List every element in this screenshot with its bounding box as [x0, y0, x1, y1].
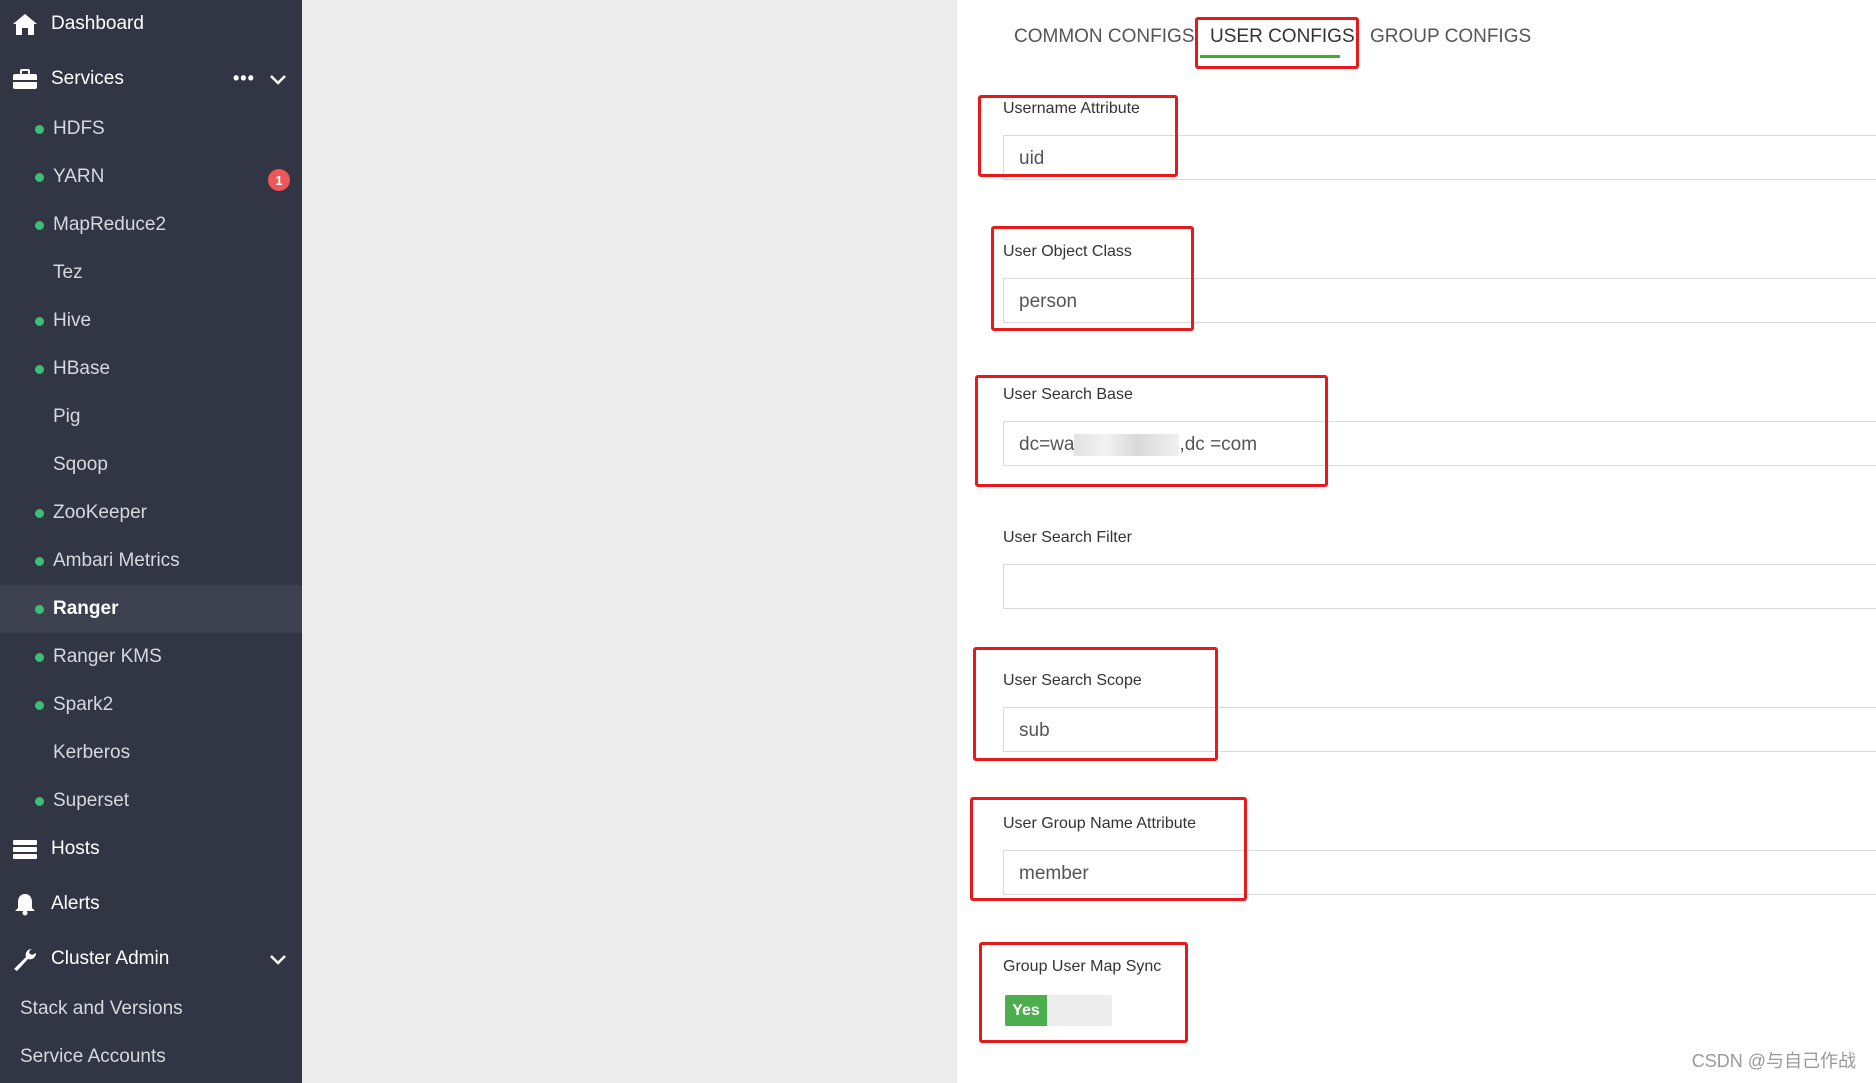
content-gap [302, 0, 957, 1083]
sidebar-item-cluster-admin[interactable]: Cluster Admin [0, 935, 302, 983]
sidebar-item-spark2[interactable]: Spark2 [0, 681, 302, 729]
user-search-filter-label: User Search Filter [1003, 529, 1132, 546]
chevron-down-icon[interactable] [268, 69, 288, 89]
sidebar-item-label: Cluster Admin [51, 948, 170, 969]
sidebar-item-ambari-metrics[interactable]: Ambari Metrics [0, 537, 302, 585]
status-dot [35, 173, 44, 182]
highlight-box [979, 942, 1188, 1043]
highlight-box [1195, 17, 1359, 69]
sidebar-item-dashboard[interactable]: Dashboard [0, 0, 302, 48]
status-dot [35, 125, 44, 134]
status-dot [35, 797, 44, 806]
briefcase-icon [13, 69, 37, 89]
sidebar-item-sqoop[interactable]: Sqoop [0, 441, 302, 489]
sidebar-item-label: Ranger KMS [53, 646, 162, 667]
sidebar-item-zookeeper[interactable]: ZooKeeper [0, 489, 302, 537]
status-dot [35, 317, 44, 326]
status-dot [35, 557, 44, 566]
sidebar-item-label: Tez [53, 262, 83, 283]
sidebar-item-label: HBase [53, 358, 111, 379]
status-dot [35, 509, 44, 518]
sidebar-item-hive[interactable]: Hive [0, 297, 302, 345]
more-icon[interactable]: ••• [233, 68, 255, 89]
status-dot [35, 365, 44, 374]
status-dot [35, 605, 44, 614]
sidebar-item-label: Hosts [51, 838, 100, 859]
sidebar-item-superset[interactable]: Superset [0, 777, 302, 825]
tab-group-configs[interactable]: GROUP CONFIGS [1370, 26, 1531, 48]
status-dot [35, 221, 44, 230]
sidebar-item-yarn[interactable]: YARN [0, 153, 302, 201]
highlight-box [978, 95, 1178, 177]
sidebar-item-kerberos[interactable]: Kerberos [0, 729, 302, 777]
sidebar-item-stack-and-versions[interactable]: Stack and Versions [20, 998, 183, 1020]
highlight-box [991, 226, 1194, 331]
sidebar-item-label: Dashboard [51, 13, 144, 34]
sidebar-item-hdfs[interactable]: HDFS [0, 105, 302, 153]
sidebar-item-label: Ambari Metrics [53, 550, 180, 571]
server-icon [13, 840, 37, 859]
sidebar-item-services[interactable]: Services ••• [0, 55, 302, 103]
user-search-filter-input[interactable] [1003, 564, 1876, 609]
sidebar-item-alerts[interactable]: Alerts [0, 880, 302, 928]
sidebar-item-label: Alerts [51, 893, 100, 914]
sidebar-item-label: Spark2 [53, 694, 114, 715]
sidebar-item-service-accounts[interactable]: Service Accounts [20, 1046, 166, 1068]
sidebar-item-hosts[interactable]: Hosts [0, 825, 302, 873]
sidebar-item-label: MapReduce2 [53, 214, 167, 235]
sidebar-item-label: Ranger [53, 598, 119, 619]
watermark: CSDN @与自己作战 [1691, 1051, 1856, 1071]
sidebar-item-tez[interactable]: Tez [0, 249, 302, 297]
status-dot [35, 653, 44, 662]
sidebar-item-pig[interactable]: Pig [0, 393, 302, 441]
sidebar-item-mapreduce2[interactable]: MapReduce2 [0, 201, 302, 249]
sidebar-item-label: YARN [53, 166, 105, 187]
sidebar-item-ranger[interactable]: Ranger [0, 585, 302, 633]
sidebar-item-label: Services [51, 68, 124, 89]
highlight-box [970, 797, 1247, 901]
wrench-icon [14, 948, 37, 971]
bell-icon [15, 894, 35, 916]
alert-count-badge[interactable]: 1 [268, 169, 290, 191]
home-icon [13, 14, 37, 35]
sidebar-item-label: Pig [53, 406, 81, 427]
status-dot [35, 701, 44, 710]
sidebar-item-label: Kerberos [53, 742, 131, 763]
sidebar-item-hbase[interactable]: HBase [0, 345, 302, 393]
highlight-box [973, 647, 1218, 761]
highlight-box [975, 375, 1328, 487]
tab-common-configs[interactable]: COMMON CONFIGS [1014, 26, 1195, 48]
sidebar-item-label: Sqoop [53, 454, 108, 475]
sidebar-item-label: Hive [53, 310, 92, 331]
sidebar: Dashboard Services ••• HDFS YARN 1 MapRe… [0, 0, 302, 1083]
chevron-down-icon[interactable] [268, 949, 288, 969]
sidebar-item-label: Superset [53, 790, 130, 811]
sidebar-item-label: HDFS [53, 118, 105, 139]
sidebar-item-ranger-kms[interactable]: Ranger KMS [0, 633, 302, 681]
sidebar-item-label: ZooKeeper [53, 502, 148, 523]
